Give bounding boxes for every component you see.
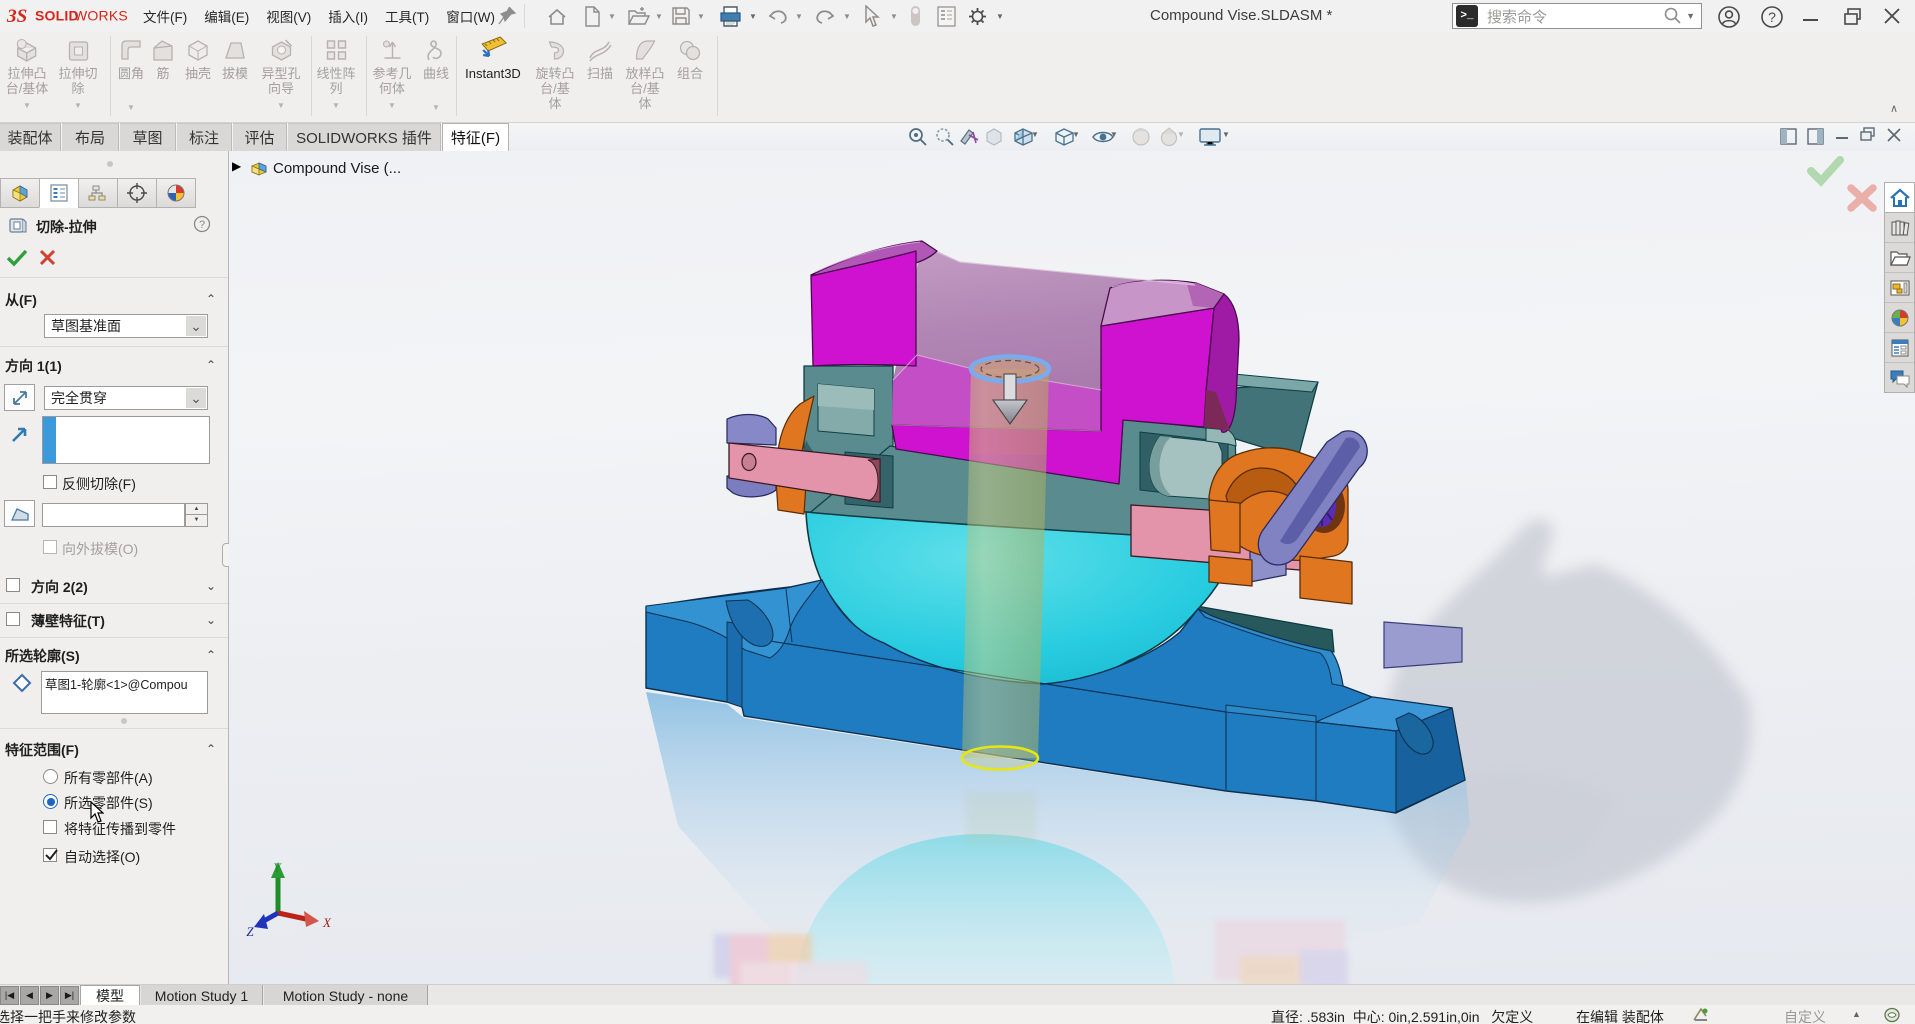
svg-text:SOLID: SOLID <box>35 8 79 24</box>
svg-text:?: ? <box>199 219 205 231</box>
svg-text:X: X <box>322 915 332 930</box>
svg-text:Z: Z <box>246 924 254 939</box>
svg-text:?: ? <box>1768 9 1776 25</box>
svg-text:ЗS: ЗS <box>6 6 27 27</box>
svg-text:WORKS: WORKS <box>74 8 128 24</box>
